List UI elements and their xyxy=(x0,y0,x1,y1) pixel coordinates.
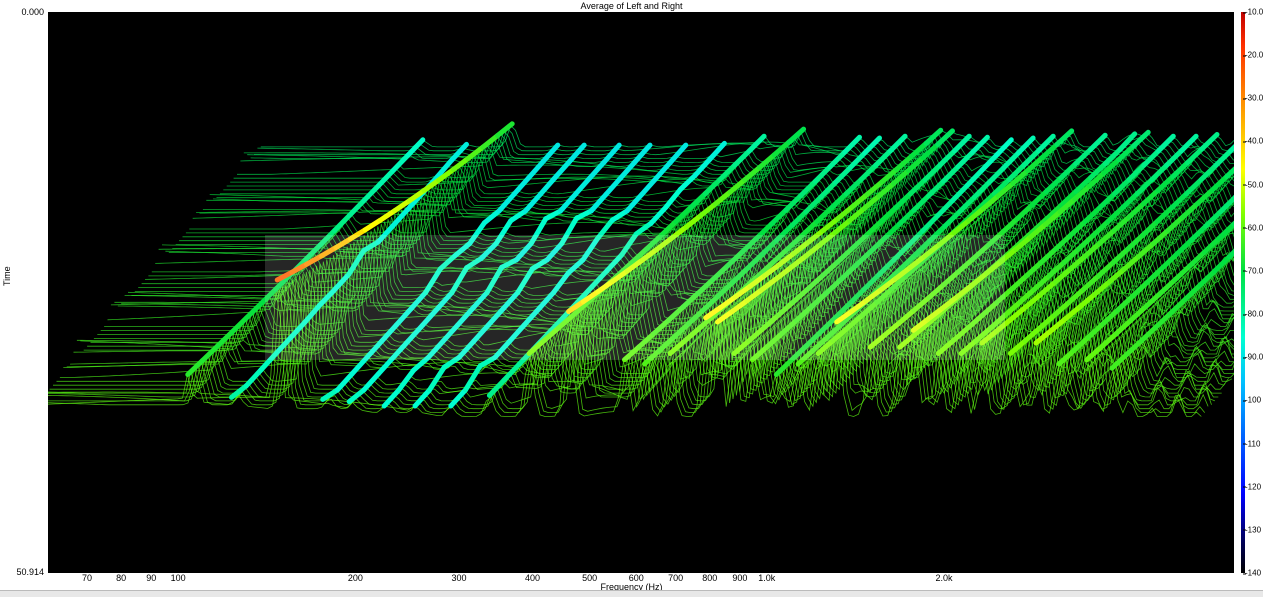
peak-ridge xyxy=(776,361,791,375)
peak-ridge xyxy=(451,390,466,406)
peak-ridge xyxy=(529,162,544,178)
colorbar-tick-label: -100 xyxy=(1245,396,1261,405)
colorbar-ticks: -10.0-20.0-30.0-40.0-50.0-60.0-70.0-80.0… xyxy=(1245,12,1263,573)
peak-ridge xyxy=(380,211,395,221)
colorbar-tick-label: -80.0 xyxy=(1245,310,1263,319)
peak-ridge xyxy=(1137,180,1152,194)
y-axis-label: Time xyxy=(2,266,12,286)
peak-ridge xyxy=(845,137,860,152)
peak-ridge xyxy=(940,151,955,165)
colorbar-tick-label: -90.0 xyxy=(1245,353,1263,362)
peak-ridge xyxy=(876,151,891,165)
peak-ridge xyxy=(1057,131,1072,144)
chart-title: Average of Left and Right xyxy=(0,1,1263,11)
peak-ridge xyxy=(1143,222,1158,236)
colorbar-tick-label: -140 xyxy=(1245,569,1261,578)
peak-ridge xyxy=(938,201,953,216)
peak-ridge xyxy=(575,178,590,195)
peak-ridge xyxy=(1017,205,1032,219)
peak-ridge xyxy=(1144,151,1159,165)
peak-ridge xyxy=(1181,136,1196,151)
peak-ridge xyxy=(923,216,938,231)
time-axis-end: 50.914 xyxy=(0,567,44,577)
colorbar-tick-label: -30.0 xyxy=(1245,94,1263,103)
colorbar-tick-label: -130 xyxy=(1245,525,1261,534)
peak-ridge xyxy=(973,137,988,152)
colorbar-tick-label: -120 xyxy=(1245,482,1261,491)
peak-ridge xyxy=(642,178,657,195)
colorbar-tick-label: -110 xyxy=(1245,439,1260,448)
colorbar-tick-label: -40.0 xyxy=(1245,137,1263,146)
peak-ridge xyxy=(498,124,513,136)
time-slice-line xyxy=(237,145,1234,174)
peak-ridge xyxy=(364,186,379,201)
watermark xyxy=(265,235,1005,360)
peak-ridge xyxy=(415,390,430,406)
peak-ridge xyxy=(735,151,750,165)
peak-ridge xyxy=(335,216,350,231)
peak-ridge xyxy=(621,162,636,178)
peak-ridge xyxy=(555,162,570,178)
peak-ridge xyxy=(338,374,353,390)
time-axis-start: 0.000 xyxy=(0,7,44,17)
peak-ridge xyxy=(710,143,725,159)
peak-ridge xyxy=(1123,194,1138,208)
colorbar-tick-label: -50.0 xyxy=(1245,180,1263,189)
peak-ridge xyxy=(364,374,379,390)
time-slice-line xyxy=(257,128,1234,151)
peak-ridge xyxy=(246,370,261,386)
peak-ridge xyxy=(349,201,364,216)
colorbar-tick-label: -10.0 xyxy=(1245,8,1263,17)
peak-ridge xyxy=(1152,165,1167,179)
peak-ridge xyxy=(815,167,830,182)
peak-ridge xyxy=(1004,153,1019,168)
colorbar-tick-label: -20.0 xyxy=(1245,51,1263,60)
peak-ridge xyxy=(789,129,804,142)
peak-ridge xyxy=(705,180,720,194)
colorbar-tick-label: -70.0 xyxy=(1245,266,1263,275)
peak-ridge xyxy=(399,370,414,390)
colorbar-tick-label: -60.0 xyxy=(1245,223,1263,232)
peak-ridge xyxy=(671,145,686,162)
peak-ridge xyxy=(606,178,621,195)
time-slice-line xyxy=(261,125,1234,146)
